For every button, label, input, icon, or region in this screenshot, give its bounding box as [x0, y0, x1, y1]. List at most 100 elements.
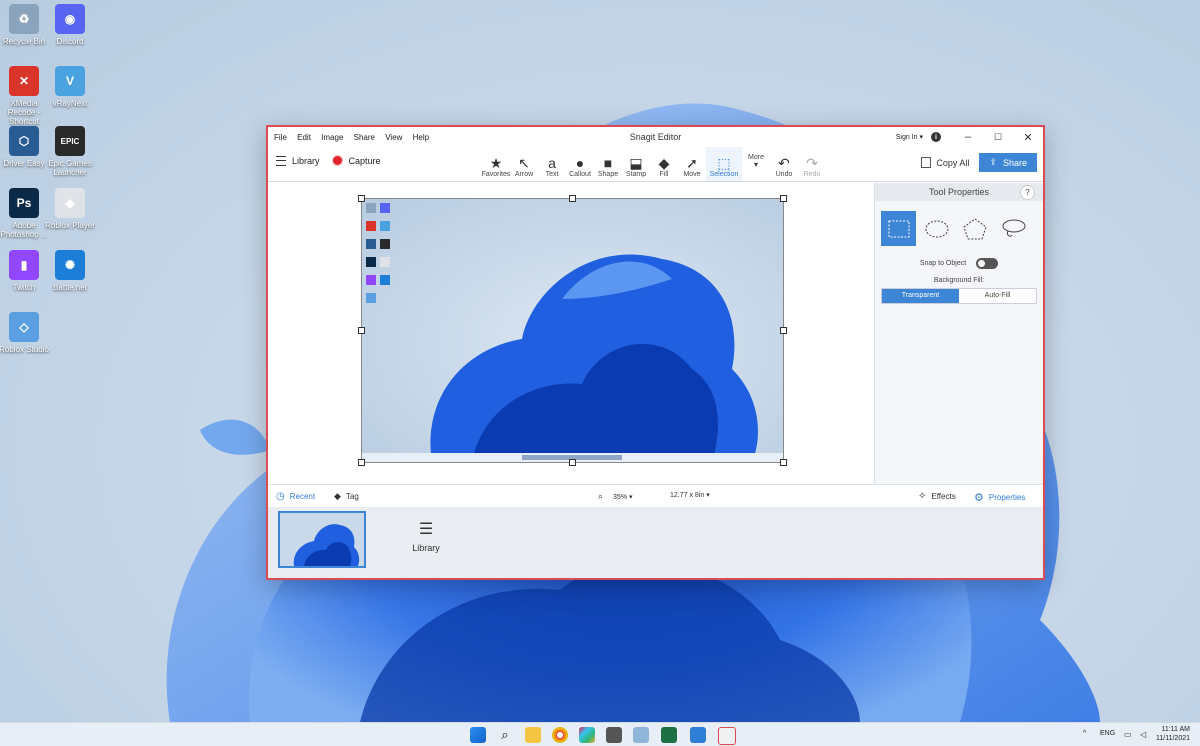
desktop-icon[interactable]: ◇ Roblox Studio — [0, 312, 50, 354]
network-icon[interactable]: ▭ — [1124, 730, 1132, 739]
help-button[interactable]: ? — [1020, 185, 1035, 200]
resize-handle-e[interactable] — [780, 327, 787, 334]
properties-button[interactable]: ⚙ Properties — [974, 491, 1025, 504]
properties-title: Tool Properties — [928, 187, 990, 197]
background-fill-label: Background Fill: — [933, 277, 985, 284]
library-tile[interactable]: ☰ Library — [398, 519, 454, 553]
volume-icon[interactable]: ◁ — [1140, 730, 1146, 739]
chrome-icon[interactable] — [552, 727, 568, 743]
snagit-editor-taskbar-icon[interactable] — [718, 727, 736, 745]
editor-canvas[interactable] — [268, 183, 874, 484]
clock[interactable]: 11:11 AM 11/11/2021 — [1156, 725, 1190, 743]
capture-button[interactable]: Capture — [349, 156, 381, 166]
info-icon[interactable]: i — [931, 132, 941, 142]
desktop-icon[interactable]: ♻ Recycle Bin — [0, 4, 50, 46]
tool-more[interactable]: More ▾ — [742, 147, 770, 181]
background-fill-segmented: Transparent Auto-Fill — [881, 288, 1037, 304]
twitch-icon: ▮ — [9, 250, 39, 280]
snap-to-object-label: Snap to Object — [919, 260, 967, 267]
tray-overflow-icon[interactable]: ^ — [1083, 730, 1086, 737]
desktop-icon[interactable]: Ps Adobe Photoshop ... — [0, 188, 50, 239]
library-button[interactable]: Library — [292, 156, 320, 166]
minimize-button[interactable]: – — [953, 131, 983, 143]
sign-in-button[interactable]: Sign In ▾ — [896, 133, 923, 141]
adobe-photoshop-icon: Ps — [9, 188, 39, 218]
menu-edit[interactable]: Edit — [297, 133, 311, 142]
excel-icon[interactable] — [661, 727, 677, 743]
recent-tab[interactable]: ◷ Recent — [276, 491, 315, 502]
menu-view[interactable]: View — [385, 133, 402, 142]
search-icon[interactable]: ⌕ — [497, 727, 513, 743]
sticky-notes-icon[interactable] — [606, 727, 622, 743]
freehand-selection-button[interactable] — [995, 211, 1030, 246]
resize-handle-sw[interactable] — [358, 459, 365, 466]
rectangle-selection-button[interactable] — [881, 211, 916, 246]
tool-shape[interactable]: ■ Shape — [594, 147, 622, 181]
toolbar: Library Capture ★ Favorites ↖ Arrow a Text … — [268, 147, 1043, 182]
fill-option-transparent[interactable]: Transparent — [882, 289, 959, 303]
language-indicator[interactable]: ENG — [1100, 730, 1115, 737]
desktop-icon[interactable]: ◉ Discord — [44, 4, 96, 46]
resize-handle-se[interactable] — [780, 459, 787, 466]
desktop-icon[interactable]: ⬡ Driver Easy — [0, 126, 50, 168]
image-size-value: 12.77 x 8in ▾ — [670, 492, 710, 499]
desktop-icon-label: Discord — [56, 37, 84, 46]
share-button[interactable]: ⇪ Share — [979, 153, 1037, 172]
effects-button[interactable]: ✧ Effects — [918, 491, 956, 502]
desktop-icon[interactable]: ◆ Roblox Player — [44, 188, 96, 230]
tool-favorites[interactable]: ★ Favorites — [482, 147, 511, 181]
polygon-selection-button[interactable] — [957, 211, 992, 246]
resize-handle-ne[interactable] — [780, 195, 787, 202]
magic-wand-icon: ✧ — [918, 491, 927, 502]
share-label: Share — [1002, 157, 1027, 168]
tool-stamp[interactable]: ⬓ Stamp — [622, 147, 650, 181]
tool-properties-panel: Tool Properties ? Snap to Object Backgro… — [874, 183, 1043, 484]
desktop-icon-label: vRayNext — [52, 99, 88, 108]
image-size-control[interactable]: 12.77 x 8in ▾ — [670, 491, 710, 499]
tool-move[interactable]: ➚ Move — [678, 147, 706, 181]
tool-label: Stamp — [625, 171, 647, 178]
tool-label: Shape — [597, 171, 619, 178]
menu-share[interactable]: Share — [354, 133, 375, 142]
slack-icon[interactable] — [579, 727, 595, 743]
move-icon: ➚ — [686, 155, 698, 171]
tag-tab[interactable]: ◆ Tag — [334, 491, 359, 502]
tool-text[interactable]: a Text — [538, 147, 566, 181]
tool-label: Fill — [659, 171, 669, 178]
maximize-button[interactable]: ☐ — [983, 132, 1013, 143]
snagit-taskbar-icon[interactable] — [690, 727, 706, 743]
list-icon: ☰ — [418, 521, 434, 538]
effects-label: Effects — [931, 492, 956, 501]
desktop-icon[interactable]: ✺ Battle.net — [44, 250, 96, 292]
zoom-control[interactable]: ⌕ 35% ▾ — [598, 491, 633, 502]
tool-undo[interactable]: ↶ Undo — [770, 147, 798, 181]
ellipse-selection-button[interactable] — [919, 211, 954, 246]
captured-image[interactable] — [361, 198, 784, 463]
resize-handle-nw[interactable] — [358, 195, 365, 202]
tool-callout[interactable]: ● Callout — [566, 147, 594, 181]
capture-thumbnail[interactable] — [278, 511, 366, 568]
resize-handle-w[interactable] — [358, 327, 365, 334]
resize-handle-n[interactable] — [569, 195, 576, 202]
menu-file[interactable]: File — [274, 133, 287, 142]
desktop-icon[interactable]: VvRayNext — [44, 66, 96, 108]
fill-option-auto-fill[interactable]: Auto-Fill — [959, 289, 1036, 303]
snap-to-object-toggle[interactable] — [976, 258, 999, 269]
notepad-icon[interactable] — [633, 727, 649, 743]
copy-all-button[interactable]: Copy All — [921, 157, 969, 168]
start-icon[interactable] — [470, 727, 486, 743]
tool-fill[interactable]: ◆ Fill — [650, 147, 678, 181]
desktop-icon[interactable]: EPIC Epic Games Launcher — [44, 126, 96, 177]
menu-help[interactable]: Help — [413, 133, 429, 142]
tool-arrow[interactable]: ↖ Arrow — [510, 147, 538, 181]
tool-redo[interactable]: ↷ Redo — [798, 147, 826, 181]
desktop-icon[interactable]: ▮ Twitch — [0, 250, 50, 292]
close-button[interactable]: ✕ — [1013, 131, 1043, 144]
desktop-icon[interactable]: ✕ XMedia Recode - Shortcut — [0, 66, 50, 126]
menu-image[interactable]: Image — [321, 133, 343, 142]
tool-label: Arrow — [514, 171, 534, 178]
tool-selection[interactable]: ⬚ Selection — [706, 147, 742, 181]
resize-handle-s[interactable] — [569, 459, 576, 466]
hamburger-icon[interactable] — [276, 155, 286, 166]
file-explorer-icon[interactable] — [525, 727, 541, 743]
